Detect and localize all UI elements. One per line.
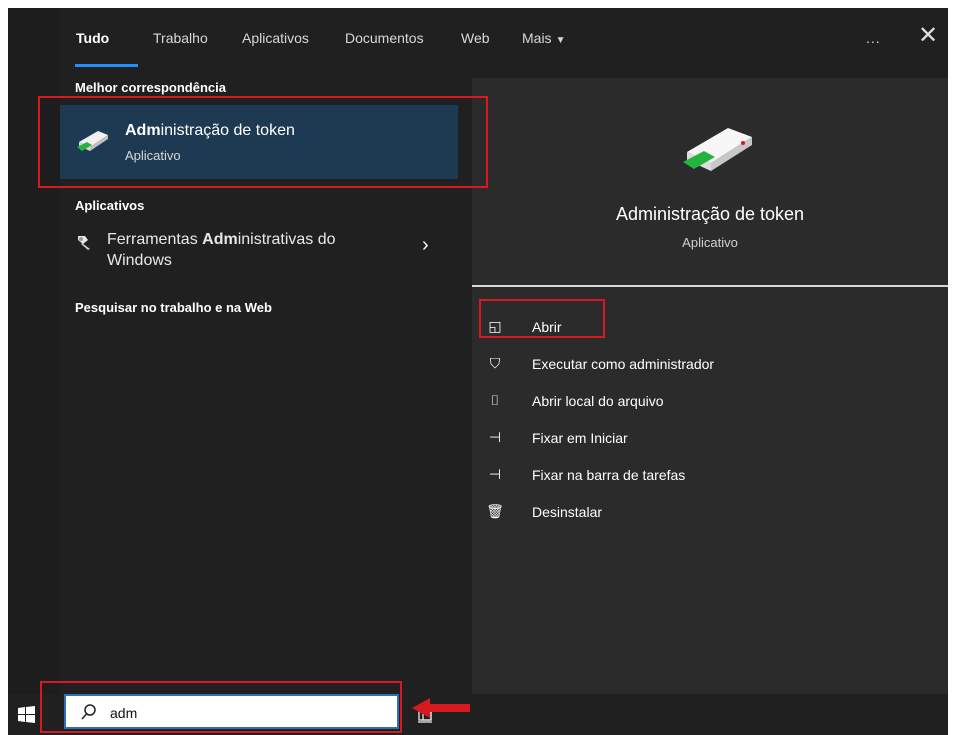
pin-start-icon: ⊣	[488, 429, 502, 445]
tab-web[interactable]: Web	[461, 30, 490, 46]
action-open-file-location[interactable]: ⌷ Abrir local do arquivo	[486, 388, 786, 418]
admin-tools-icon	[78, 236, 90, 250]
token-admin-preview-icon	[683, 128, 752, 171]
search-icon	[81, 704, 96, 720]
active-tab-indicator	[75, 64, 138, 67]
preview-divider	[472, 285, 948, 287]
app-result-name: Ferramentas Administrativas do Windows	[107, 231, 336, 269]
action-pin-taskbar-label: Fixar na barra de tarefas	[532, 467, 686, 483]
tab-trabalho[interactable]: Trabalho	[153, 30, 208, 46]
arrow-left-icon	[412, 698, 470, 718]
action-pin-start[interactable]: ⊣ Fixar em Iniciar	[486, 425, 786, 455]
action-open-label: Abrir	[532, 319, 562, 335]
best-match-type: Aplicativo	[125, 148, 181, 163]
action-open-file-location-label: Abrir local do arquivo	[532, 393, 664, 409]
windows-logo-icon[interactable]	[18, 706, 35, 723]
start-left-strip	[8, 8, 60, 694]
tab-documentos[interactable]: Documentos	[345, 30, 424, 46]
action-uninstall[interactable]: 🗑 Desinstalar	[486, 499, 786, 529]
run-as-admin-icon: ⛉	[489, 355, 501, 371]
preview-pane: Administração de token Aplicativo ◱ Abri…	[472, 78, 948, 694]
best-match-heading: Melhor correspondência	[75, 80, 226, 95]
chevron-right-icon[interactable]: ›	[422, 234, 429, 257]
action-open[interactable]: ◱ Abrir	[486, 314, 786, 344]
open-window-icon: ◱	[488, 318, 502, 334]
search-box[interactable]	[64, 694, 399, 729]
best-match-name: Administração de token	[125, 122, 295, 139]
tab-tudo[interactable]: Tudo	[76, 30, 109, 46]
close-icon[interactable]: ✕	[918, 22, 938, 50]
action-run-as-admin-label: Executar como administrador	[532, 356, 715, 372]
preview-type: Aplicativo	[682, 235, 738, 250]
tab-mais[interactable]: Mais ▼	[522, 30, 565, 46]
token-admin-icon	[77, 131, 108, 151]
search-input[interactable]	[108, 702, 362, 724]
chevron-down-icon: ▼	[555, 35, 566, 46]
action-pin-start-label: Fixar em Iniciar	[532, 430, 628, 446]
tab-mais-label: Mais	[522, 30, 552, 46]
apps-heading: Aplicativos	[75, 198, 145, 213]
preview-title: Administração de token	[615, 204, 805, 224]
more-options-icon[interactable]: ...	[866, 30, 881, 46]
trash-icon: 🗑	[486, 503, 504, 519]
action-uninstall-label: Desinstalar	[532, 504, 603, 520]
action-run-as-admin[interactable]: ⛉ Executar como administrador	[486, 351, 786, 381]
folder-icon: ⌷	[490, 392, 500, 408]
search-panel: Tudo Trabalho Aplicativos Documentos Web…	[60, 8, 948, 694]
taskbar	[8, 694, 948, 735]
pin-taskbar-icon: ⊣	[488, 466, 502, 482]
results-list: Melhor correspondência Administração de …	[60, 68, 458, 694]
tab-aplicativos[interactable]: Aplicativos	[242, 30, 309, 46]
windows-search-window: Tudo Trabalho Aplicativos Documentos Web…	[0, 0, 955, 735]
best-match-result[interactable]: Administração de token Aplicativo	[60, 105, 458, 179]
app-result-admin-tools[interactable]: Ferramentas Administrativas do Windows ›	[60, 224, 458, 274]
tab-bar: Tudo Trabalho Aplicativos Documentos Web…	[60, 8, 948, 68]
web-search-heading: Pesquisar no trabalho e na Web	[75, 300, 272, 315]
action-pin-taskbar[interactable]: ⊣ Fixar na barra de tarefas	[486, 462, 786, 492]
